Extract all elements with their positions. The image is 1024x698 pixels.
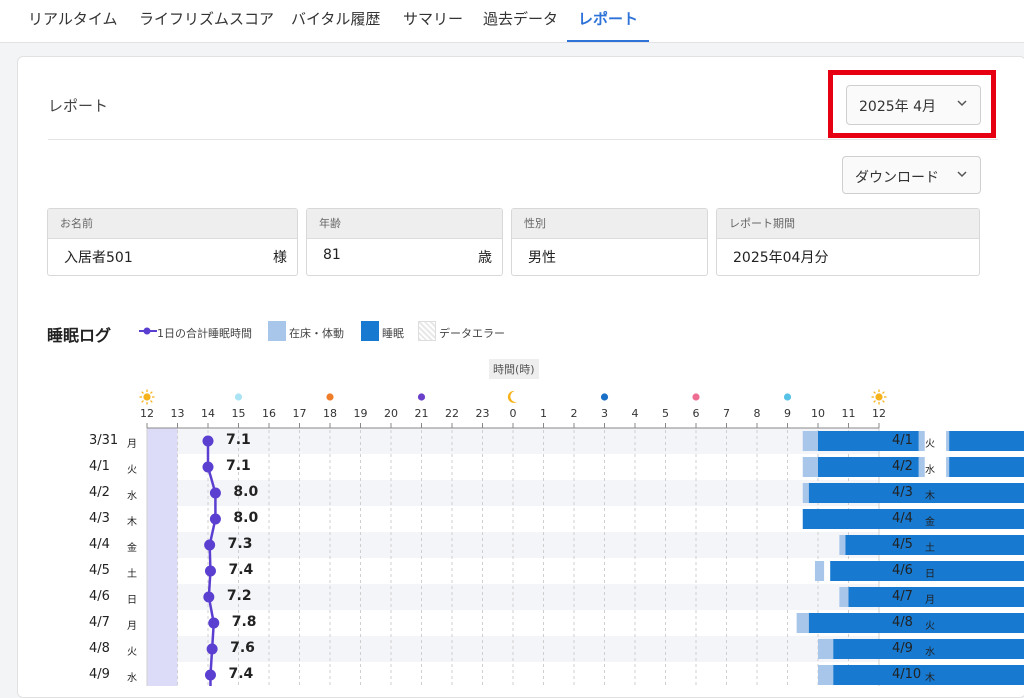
download-button[interactable]: ダウンロード [842, 156, 981, 194]
legend-error-label: データエラー [439, 325, 505, 341]
tab-realtime[interactable]: リアルタイム [28, 0, 118, 40]
tab-vital-history[interactable]: バイタル履歴 [291, 0, 380, 40]
info-gender-label: 性別 [512, 209, 707, 239]
axis-title: 時間(時) [489, 359, 539, 379]
legend-sleep-swatch [361, 321, 379, 341]
top-nav: リアルタイム ライフリズムスコア バイタル履歴 サマリー 過去データ レポート [0, 0, 1024, 43]
tab-report[interactable]: レポート [567, 0, 649, 42]
info-gender: 性別 男性 [511, 208, 708, 276]
info-period-value: 2025年04月分 [733, 247, 828, 267]
report-title: レポート [48, 95, 108, 116]
legend-total-label: 1日の合計睡眠時間 [157, 325, 252, 341]
highlight-box [828, 70, 996, 138]
chevron-down-icon [956, 168, 968, 180]
info-age-value: 81 [323, 247, 341, 263]
info-age-unit: 歳 [478, 247, 492, 267]
legend-sleep-label: 睡眠 [382, 325, 404, 341]
legend-error-swatch [418, 321, 436, 341]
info-age-label: 年齢 [307, 209, 502, 239]
info-period-label: レポート期間 [717, 209, 979, 239]
legend-line-icon [138, 325, 158, 337]
info-gender-value: 男性 [528, 247, 556, 267]
legend-in-bed-label: 在床・体動 [289, 325, 344, 341]
download-label: ダウンロード [855, 167, 939, 187]
info-age: 年齢 81 歳 [306, 208, 503, 276]
info-name-unit: 様 [273, 247, 287, 267]
sleep-log-title: 睡眠ログ [47, 322, 111, 346]
info-name: お名前 入居者501 様 [47, 208, 298, 276]
info-name-value: 入居者501 [64, 247, 133, 267]
tab-summary[interactable]: サマリー [403, 0, 463, 40]
legend-in-bed-swatch [268, 321, 286, 341]
tab-past-data[interactable]: 過去データ [483, 0, 558, 40]
divider [48, 139, 998, 140]
tab-life-rhythm-score[interactable]: ライフリズムスコア [139, 0, 274, 40]
info-period: レポート期間 2025年04月分 [716, 208, 980, 276]
info-name-label: お名前 [48, 209, 297, 239]
